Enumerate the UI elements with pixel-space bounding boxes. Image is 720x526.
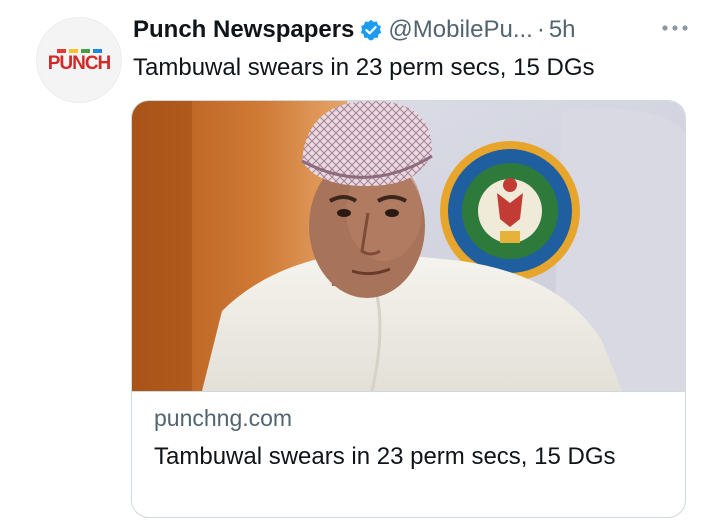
card-image[interactable] — [132, 101, 685, 392]
punch-logo: PUNCH — [37, 49, 121, 74]
card-domain[interactable]: punchng.com — [154, 405, 292, 432]
account-handle[interactable]: @MobilePu... — [388, 16, 532, 44]
timestamp[interactable]: 5h — [549, 16, 576, 44]
coat-of-arms-emblem — [440, 141, 580, 281]
tweet-header: Punch Newspapers @MobilePu... · 5h — [133, 12, 576, 48]
more-options-icon[interactable] — [660, 21, 690, 35]
card-title[interactable]: Tambuwal swears in 23 perm secs, 15 DGs — [154, 441, 654, 473]
display-name[interactable]: Punch Newspapers — [133, 16, 354, 44]
separator-dot: · — [536, 16, 545, 43]
avatar[interactable]: PUNCH — [36, 17, 122, 103]
avatar-logo-text: PUNCH — [47, 53, 112, 74]
tweet-text: Tambuwal swears in 23 perm secs, 15 DGs — [133, 54, 595, 81]
link-card[interactable]: punchng.com Tambuwal swears in 23 perm s… — [131, 100, 686, 518]
tweet[interactable]: PUNCH Punch Newspapers @MobilePu... · 5h… — [0, 0, 720, 526]
verified-badge-icon — [360, 19, 382, 41]
